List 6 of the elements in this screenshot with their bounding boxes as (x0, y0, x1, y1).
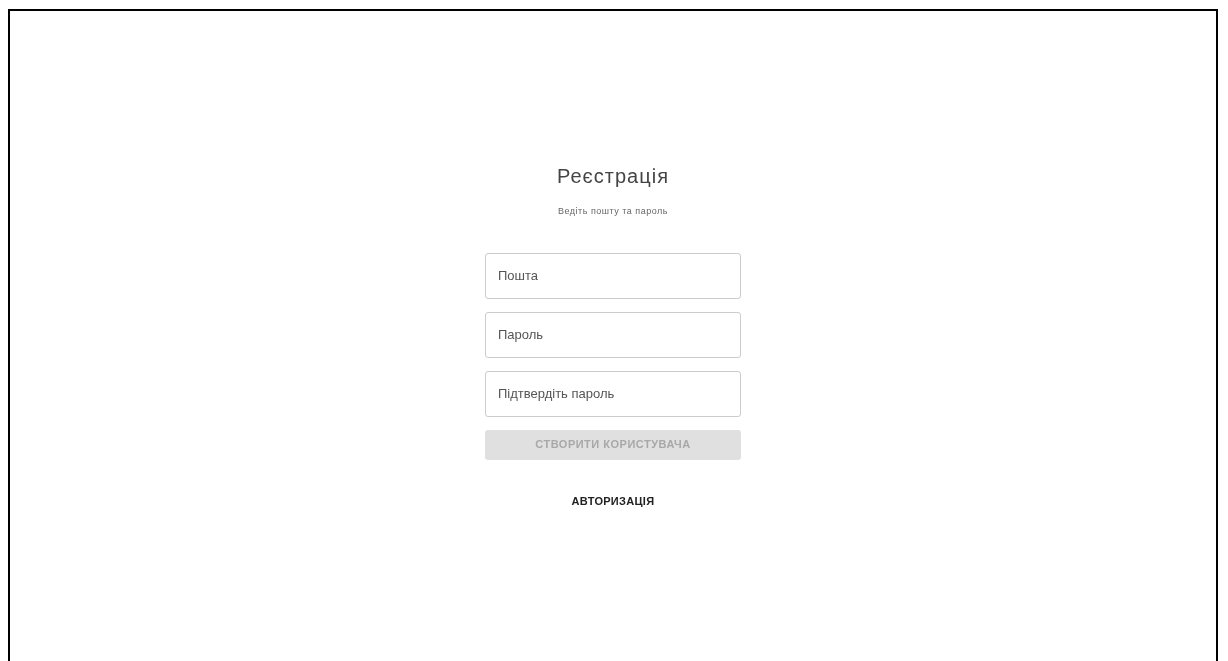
page-title: Реєстрація (557, 164, 669, 189)
input-field[interactable]: Пошта (485, 252, 741, 299)
authorization-link[interactable]: АВТОРИЗАЦІЯ (571, 492, 655, 509)
input-field[interactable]: Пароль (485, 311, 741, 358)
page-subtitle: Ведіть пошту та пароль (558, 205, 668, 218)
input-field[interactable]: Підтвердіть пароль (485, 370, 741, 417)
